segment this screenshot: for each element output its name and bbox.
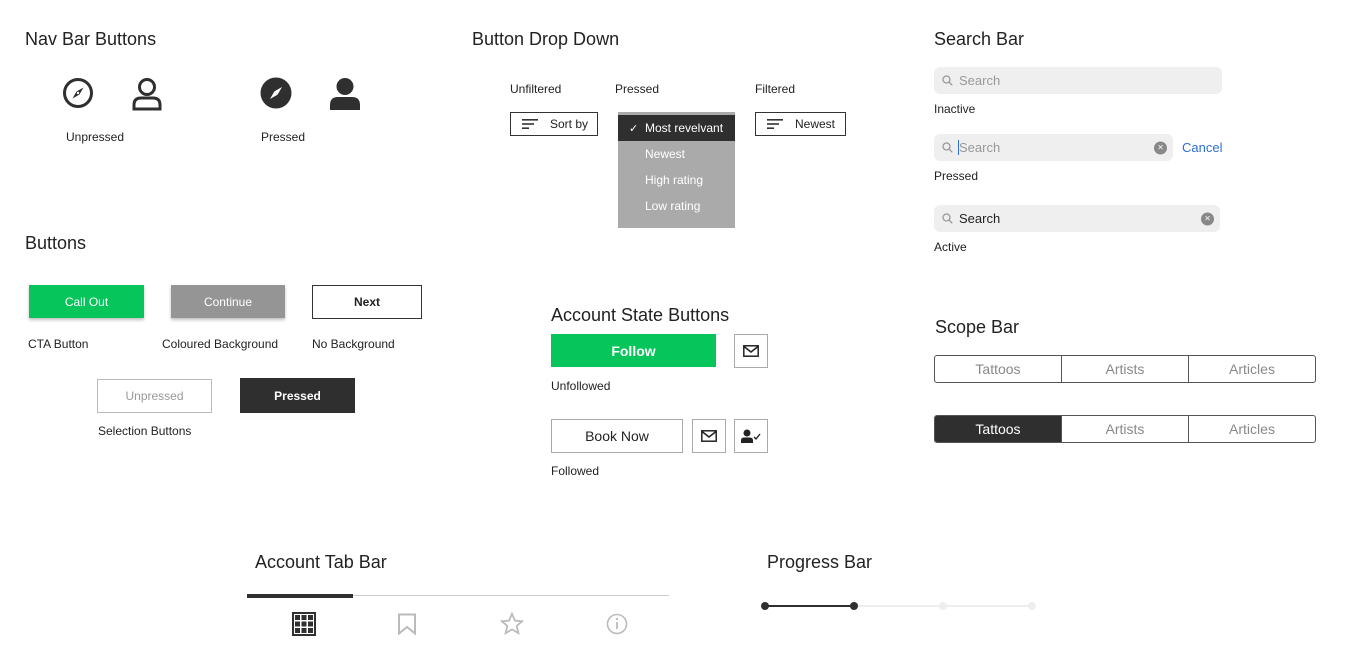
sort-by-button[interactable]: Sort by [510, 112, 598, 136]
active-caption: Active [934, 240, 967, 254]
followed-caption: Followed [551, 464, 600, 478]
following-button[interactable] [734, 419, 768, 453]
unfollowed-caption: Unfollowed [551, 379, 611, 393]
book-now-button[interactable]: Book Now [551, 419, 683, 453]
filtered-sort-button[interactable]: Newest [755, 112, 846, 136]
clear-icon[interactable]: × [1154, 141, 1167, 154]
scope-segment-articles[interactable]: Articles [1188, 416, 1315, 442]
selection-unpressed-button[interactable]: Unpressed [97, 379, 212, 413]
unfiltered-caption: Unfiltered [510, 82, 562, 96]
cancel-button[interactable]: Cancel [1182, 140, 1222, 155]
star-icon[interactable] [500, 612, 524, 636]
sort-lines-icon [767, 119, 783, 129]
message-button[interactable] [734, 334, 768, 368]
sort-by-label: Sort by [550, 117, 589, 131]
filtered-caption: Filtered [755, 82, 796, 96]
account-state-title: Account State Buttons [551, 305, 730, 325]
inactive-caption: Inactive [934, 102, 976, 116]
scope-segment-artists[interactable]: Artists [1061, 356, 1188, 382]
buttons-title: Buttons [25, 233, 87, 253]
sort-dropdown-menu: ✓ Most revelvant Newest High rating Low … [618, 112, 735, 228]
scope-bar-selected: Tattoos Artists Articles [934, 415, 1316, 443]
clear-icon[interactable]: × [1201, 212, 1214, 225]
search-icon [942, 75, 953, 86]
grid-icon[interactable] [292, 612, 316, 636]
search-icon [942, 142, 953, 153]
check-icon: ✓ [629, 122, 639, 135]
progress-bar [761, 599, 1041, 613]
no-background-caption: No Background [312, 337, 395, 351]
bookmark-icon[interactable] [397, 613, 417, 635]
cta-caption: CTA Button [28, 337, 89, 351]
info-icon[interactable] [606, 613, 628, 635]
mail-icon [701, 430, 717, 442]
pressed-caption: Pressed [261, 130, 306, 144]
search-input-pressed[interactable]: Search × [934, 134, 1173, 161]
filtered-value: Newest [795, 117, 836, 131]
continue-button[interactable]: Continue [171, 285, 285, 318]
message-button-followed[interactable] [692, 419, 726, 453]
sort-lines-icon [522, 119, 538, 129]
scope-segment-articles[interactable]: Articles [1188, 356, 1315, 382]
scope-segment-tattoos[interactable]: Tattoos [935, 356, 1061, 382]
search-input-inactive[interactable]: Search [934, 67, 1222, 94]
compass-icon[interactable] [62, 77, 94, 109]
coloured-caption: Coloured Background [162, 337, 279, 351]
dropdown-title: Button Drop Down [472, 29, 620, 49]
progress-bar-title: Progress Bar [767, 552, 873, 572]
dropdown-pressed-caption: Pressed [615, 82, 660, 96]
user-icon[interactable] [131, 77, 163, 111]
dropdown-option-high-rating[interactable]: High rating [618, 167, 735, 193]
follow-button[interactable]: Follow [551, 334, 716, 367]
scope-bar-unselected: Tattoos Artists Articles [934, 355, 1316, 383]
call-out-button[interactable]: Call Out [29, 285, 144, 318]
mail-icon [743, 345, 759, 357]
scope-segment-tattoos[interactable]: Tattoos [935, 416, 1061, 442]
unpressed-caption: Unpressed [66, 130, 125, 144]
nav-bar-title: Nav Bar Buttons [25, 29, 157, 49]
scope-segment-artists[interactable]: Artists [1061, 416, 1188, 442]
compass-icon-pressed[interactable] [260, 77, 292, 109]
scope-bar-title: Scope Bar [935, 317, 1020, 337]
account-tab-bar-title: Account Tab Bar [255, 552, 387, 572]
search-bar-title: Search Bar [934, 29, 1025, 49]
selection-pressed-button[interactable]: Pressed [240, 378, 355, 413]
active-tab-indicator [247, 594, 353, 598]
user-icon-pressed[interactable] [329, 77, 361, 111]
search-icon [942, 213, 953, 224]
user-check-icon [741, 429, 761, 443]
selection-caption: Selection Buttons [98, 424, 192, 438]
next-button[interactable]: Next [312, 285, 422, 319]
search-input-active[interactable]: Search × [934, 205, 1220, 232]
dropdown-option-low-rating[interactable]: Low rating [618, 193, 735, 219]
dropdown-option-most-relevant[interactable]: ✓ Most revelvant [618, 115, 735, 141]
pressed-search-caption: Pressed [934, 169, 979, 183]
dropdown-option-newest[interactable]: Newest [618, 141, 735, 167]
